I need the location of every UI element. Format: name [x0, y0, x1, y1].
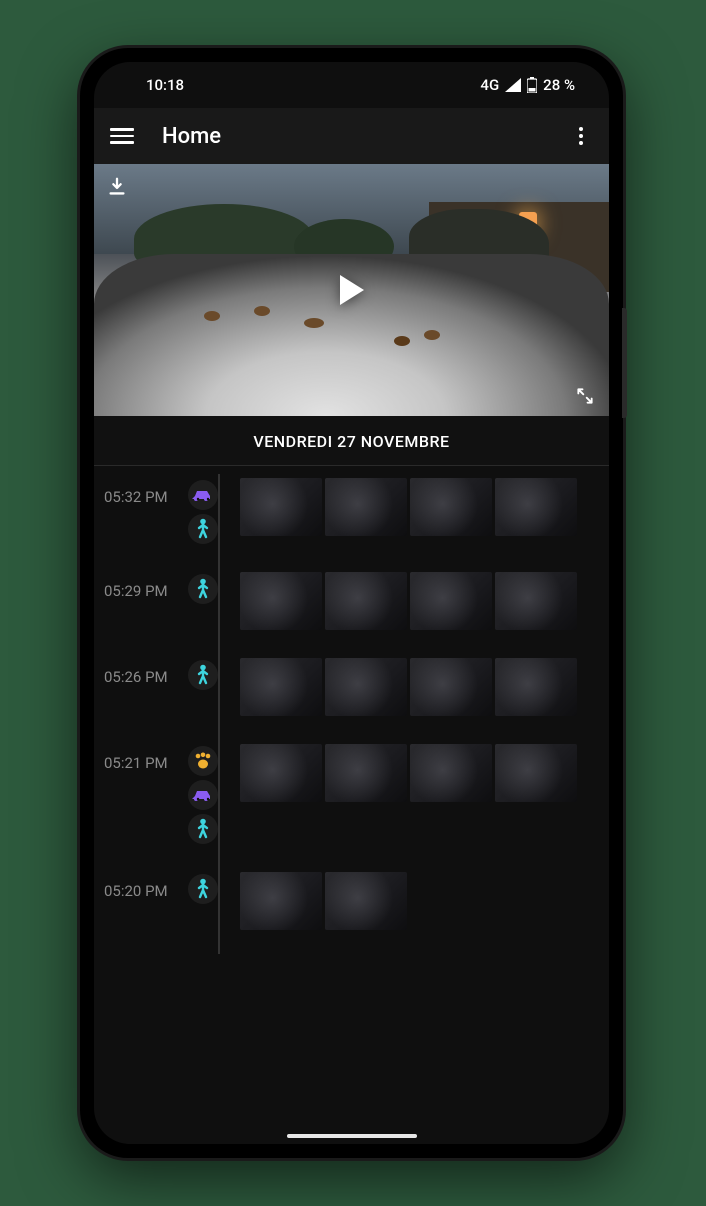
- app-bar: Home: [94, 108, 609, 164]
- person-icon: [188, 874, 218, 904]
- date-header: VENDREDI 27 NOVEMBRE: [94, 416, 609, 466]
- phone-frame: 10:18 4G 28 % Home: [80, 48, 623, 1158]
- event-thumbnails: [240, 572, 577, 630]
- more-icon[interactable]: [569, 127, 593, 145]
- thumbnail[interactable]: [410, 478, 492, 536]
- timeline[interactable]: 05:32 PM 05:29 PM 05:26 PM 05:21 PM 05:20 PM: [94, 466, 609, 954]
- thumbnail[interactable]: [325, 658, 407, 716]
- thumbnail[interactable]: [495, 478, 577, 536]
- event-row[interactable]: 05:29 PM: [94, 568, 609, 654]
- vehicle-icon: [188, 480, 218, 510]
- event-thumbnails: [240, 478, 577, 536]
- event-icons: [180, 572, 226, 604]
- thumbnail[interactable]: [495, 572, 577, 630]
- gesture-bar[interactable]: [287, 1134, 417, 1138]
- event-icons: [180, 872, 226, 904]
- screen: 10:18 4G 28 % Home: [94, 62, 609, 1144]
- event-thumbnails: [240, 658, 577, 716]
- menu-icon[interactable]: [110, 124, 134, 148]
- thumbnail[interactable]: [240, 658, 322, 716]
- expand-icon[interactable]: [575, 386, 595, 406]
- event-row[interactable]: 05:26 PM: [94, 654, 609, 740]
- event-thumbnails: [240, 872, 407, 930]
- play-icon[interactable]: [340, 275, 364, 305]
- thumbnail[interactable]: [410, 658, 492, 716]
- status-battery: 28 %: [543, 76, 575, 94]
- thumbnail[interactable]: [325, 872, 407, 930]
- thumbnail[interactable]: [325, 478, 407, 536]
- thumbnail[interactable]: [240, 572, 322, 630]
- person-icon: [188, 814, 218, 844]
- thumbnail[interactable]: [240, 478, 322, 536]
- event-icons: [180, 658, 226, 690]
- page-title: Home: [162, 124, 569, 149]
- thumbnail[interactable]: [240, 872, 322, 930]
- person-icon: [188, 574, 218, 604]
- thumbnail[interactable]: [495, 744, 577, 802]
- thumbnail[interactable]: [240, 744, 322, 802]
- power-button: [622, 308, 627, 418]
- person-icon: [188, 514, 218, 544]
- status-time: 10:18: [146, 76, 184, 94]
- pet-icon: [188, 746, 218, 776]
- vehicle-icon: [188, 780, 218, 810]
- thumbnail[interactable]: [410, 744, 492, 802]
- thumbnail[interactable]: [410, 572, 492, 630]
- download-icon[interactable]: [106, 176, 128, 198]
- event-time: 05:32 PM: [104, 478, 180, 506]
- event-icons: [180, 744, 226, 844]
- event-row[interactable]: 05:21 PM: [94, 740, 609, 868]
- event-row[interactable]: 05:20 PM: [94, 868, 609, 954]
- event-icons: [180, 478, 226, 544]
- signal-icon: [505, 78, 521, 92]
- video-preview[interactable]: [94, 164, 609, 416]
- thumbnail[interactable]: [325, 744, 407, 802]
- event-row[interactable]: 05:32 PM: [94, 474, 609, 568]
- battery-icon: [527, 77, 537, 93]
- event-time: 05:20 PM: [104, 872, 180, 900]
- person-icon: [188, 660, 218, 690]
- status-bar: 10:18 4G 28 %: [94, 62, 609, 108]
- thumbnail[interactable]: [325, 572, 407, 630]
- event-time: 05:29 PM: [104, 572, 180, 600]
- status-network: 4G: [480, 76, 499, 94]
- event-thumbnails: [240, 744, 577, 802]
- event-time: 05:26 PM: [104, 658, 180, 686]
- thumbnail[interactable]: [495, 658, 577, 716]
- event-time: 05:21 PM: [104, 744, 180, 772]
